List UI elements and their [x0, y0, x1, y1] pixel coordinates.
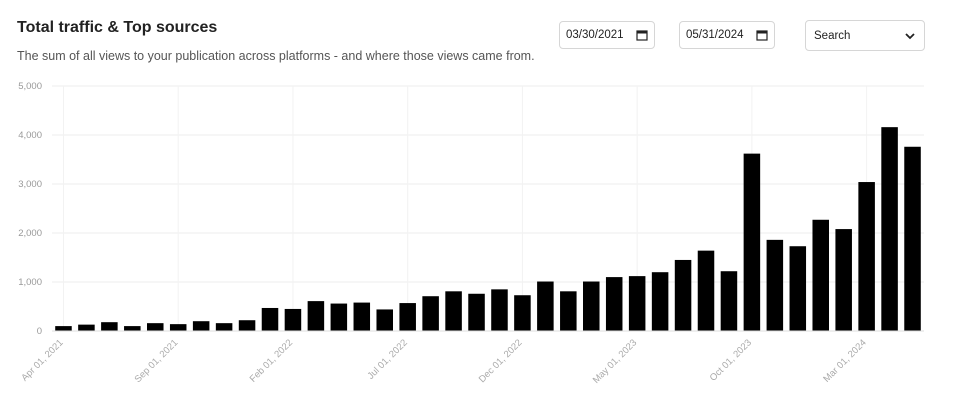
bar [858, 182, 875, 331]
bar [147, 323, 164, 331]
bar [78, 324, 95, 331]
bar [560, 291, 577, 331]
bar [812, 219, 829, 331]
x-tick-label: Sep 01, 2021 [133, 337, 181, 385]
bar [651, 272, 669, 331]
bar [330, 303, 348, 331]
bar [261, 307, 279, 331]
y-tick-label: 2,000 [18, 228, 42, 239]
x-tick-label: May 01, 2023 [591, 337, 639, 385]
bar [169, 324, 187, 331]
bar [491, 289, 508, 331]
bar [674, 259, 692, 331]
x-tick-label: Mar 01, 2024 [821, 337, 868, 384]
bar [537, 281, 554, 331]
bar [238, 320, 256, 331]
bar [215, 323, 233, 331]
bar [399, 303, 416, 331]
bar [904, 146, 921, 331]
bar [376, 309, 393, 331]
y-tick-label: 0 [37, 326, 42, 337]
bar [284, 308, 302, 331]
bar [583, 281, 600, 331]
x-tick-label: Feb 01, 2022 [248, 337, 295, 384]
bar [192, 321, 210, 331]
bar [101, 322, 118, 331]
x-tick-label: Dec 01, 2022 [477, 337, 525, 385]
bar [881, 127, 898, 331]
x-tick-label: Apr 01, 2021 [19, 337, 65, 383]
bar [743, 153, 761, 331]
bar [445, 291, 462, 331]
bar [307, 301, 325, 331]
bar [789, 246, 807, 331]
bar [353, 302, 371, 331]
bar [835, 229, 852, 331]
y-tick-label: 3,000 [18, 179, 42, 190]
y-tick-label: 1,000 [18, 277, 42, 288]
bar [720, 271, 738, 331]
y-tick-label: 4,000 [18, 130, 42, 141]
bar [697, 250, 715, 331]
bar [514, 295, 531, 331]
bar [468, 293, 485, 331]
bar [605, 277, 623, 331]
traffic-bar-chart: 5,000 4,000 3,000 2,000 1,000 0Apr 01, 2021 Se… [18, 81, 924, 386]
y-tick-label: 5,000 [18, 81, 42, 92]
bar [766, 239, 784, 331]
x-tick-label: Jul 01, 2022 [365, 337, 409, 381]
bar [124, 326, 141, 331]
bar [55, 326, 72, 331]
bar [628, 276, 646, 331]
bar [422, 296, 439, 331]
x-tick-label: Oct 01, 2023 [708, 337, 754, 383]
